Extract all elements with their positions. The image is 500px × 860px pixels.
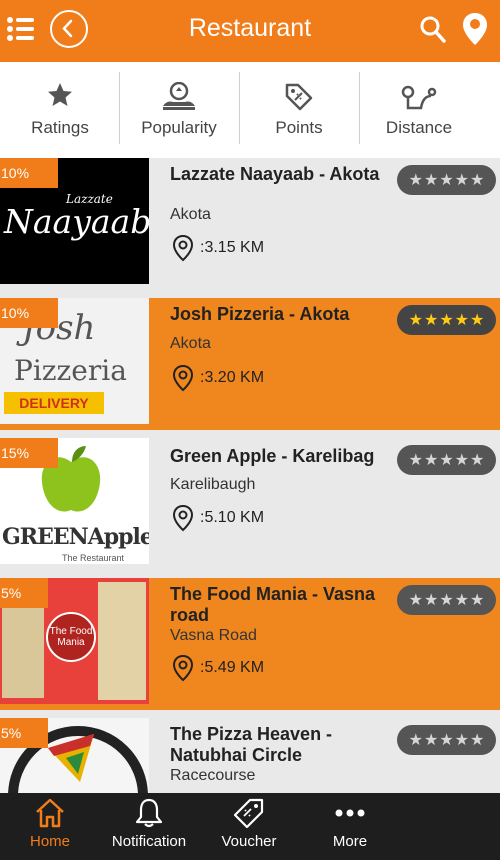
sort-points[interactable]: Points [239, 62, 359, 158]
search-icon[interactable] [418, 14, 448, 44]
sort-ratings[interactable]: Ratings [0, 62, 120, 158]
restaurant-card[interactable]: Lazzate Naayaab 10% Lazzate Naayaab - Ak… [0, 158, 500, 290]
route-icon [401, 85, 437, 110]
sort-label: Ratings [31, 118, 89, 137]
bell-icon [135, 798, 163, 828]
pizza-slice-icon [48, 734, 94, 782]
rating-stars: ★ ★ ★ ★ ★ [397, 445, 496, 475]
restaurant-distance: :5.49 KM [172, 654, 264, 682]
restaurant-area: Vasna Road [170, 627, 257, 644]
restaurant-distance: :3.15 KM [172, 234, 264, 262]
tab-more[interactable]: More [300, 793, 400, 860]
discount-badge: 15% [0, 438, 58, 468]
app-header: Restaurant [0, 0, 500, 62]
location-pin-icon[interactable] [462, 12, 488, 46]
sort-popularity[interactable]: Popularity [119, 62, 239, 158]
rating-stars: ★ ★ ★ ★ ★ [397, 585, 496, 615]
restaurant-name: Josh Pizzeria - Akota [170, 304, 350, 324]
restaurant-distance: :5.10 KM [172, 504, 264, 532]
restaurant-name: The Pizza Heaven - Natubhai Circle [170, 724, 333, 765]
restaurant-name: The Food Mania - Vasna road [170, 584, 376, 625]
sort-label: Distance [385, 118, 453, 137]
sort-label: Points [275, 118, 323, 137]
bottom-nav: Home Notification Voucher More [0, 793, 500, 860]
location-pin-icon [172, 504, 194, 532]
tag-icon [285, 83, 313, 111]
location-pin-icon [172, 234, 194, 262]
discount-badge: 5% [0, 718, 48, 748]
popularity-icon [163, 82, 195, 110]
restaurant-card[interactable]: The Food Mania 5% The Food Mania - Vasna… [0, 578, 500, 710]
tab-voucher[interactable]: Voucher [199, 793, 299, 860]
rating-stars: ★ ★ ★ ★ ★ [397, 165, 496, 195]
home-icon [36, 798, 64, 828]
tab-notification[interactable]: Notification [99, 793, 199, 860]
tab-label: Voucher [221, 833, 277, 850]
tab-label: Home [29, 833, 70, 850]
rating-stars: ★ ★ ★ ★ ★ [397, 725, 496, 755]
restaurant-card[interactable]: Josh Pizzeria DELIVERY 10% Josh Pizzeria… [0, 298, 500, 430]
restaurant-area: Akota [170, 335, 211, 352]
more-icon [335, 809, 365, 817]
restaurant-name: Lazzate Naayaab - Akota [170, 164, 380, 184]
tab-label: Notification [111, 833, 187, 850]
tab-label: More [332, 833, 368, 850]
restaurant-name: Green Apple - Karelibag [170, 446, 375, 466]
restaurant-area: Akota [170, 206, 211, 223]
sort-distance[interactable]: Distance [359, 62, 479, 158]
voucher-icon [233, 798, 264, 829]
sort-label: Popularity [141, 118, 217, 137]
restaurant-card[interactable]: 5% The Pizza Heaven - Natubhai Circle Ra… [0, 718, 500, 793]
tab-home[interactable]: Home [0, 793, 100, 860]
sort-bar: Ratings Popularity Points Distance [0, 62, 500, 158]
location-pin-icon [172, 364, 194, 392]
rating-stars: ★ ★ ★ ★ ★ [397, 305, 496, 335]
discount-badge: 10% [0, 158, 58, 188]
discount-badge: 5% [0, 578, 48, 608]
discount-badge: 10% [0, 298, 58, 328]
restaurant-area: Karelibaugh [170, 476, 256, 493]
restaurant-card[interactable]: GREENApple The Restaurant 15% Green Appl… [0, 438, 500, 570]
star-icon [48, 83, 72, 106]
restaurant-area: Racecourse [170, 767, 256, 784]
restaurant-distance: :3.20 KM [172, 364, 264, 392]
location-pin-icon [172, 654, 194, 682]
